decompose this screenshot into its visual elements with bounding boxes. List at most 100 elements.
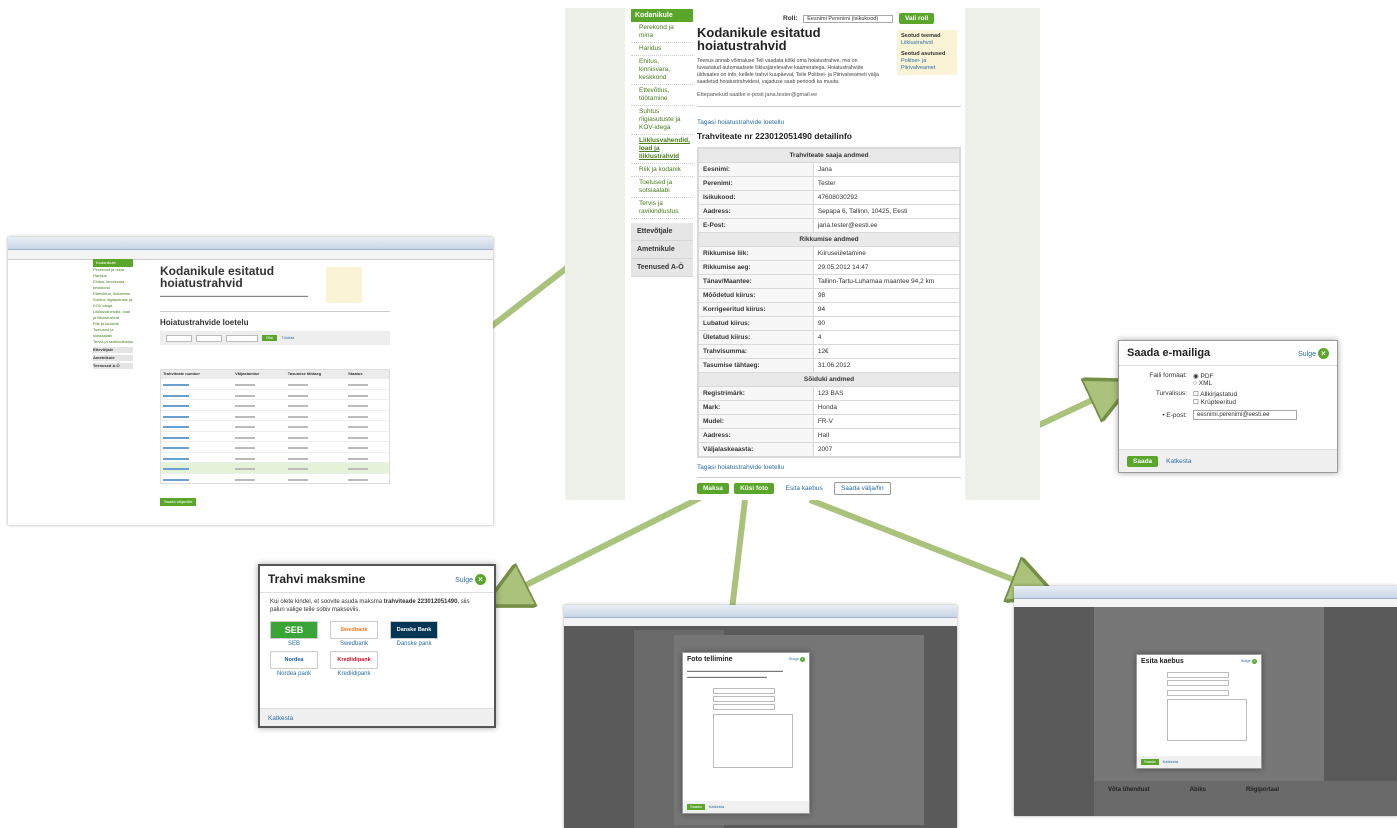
bank-name[interactable]: Swedbank (330, 641, 378, 647)
list-row[interactable] (161, 472, 389, 484)
list-row[interactable] (161, 430, 389, 442)
detail-row: Rikkumise liik: Kiiruseületamine (698, 246, 961, 261)
filter-reset-link[interactable]: Tühista (281, 335, 294, 341)
back-link-top[interactable]: Tagasi hoiatustrahvide loetellu (697, 119, 961, 126)
list-nav-group[interactable]: Teenused A-Ö (93, 363, 133, 369)
list-tab-kodanikule[interactable]: Kodanikule (93, 259, 133, 267)
field-label: Rikkumise aeg: (698, 260, 814, 275)
detail-table: Trahviteate saaja andmed Eesnimi: Jana Pere… (697, 147, 961, 458)
nav-item[interactable]: Riik ja kodanik (631, 164, 693, 177)
nav-item[interactable]: Tervis ja ravikindlustus (631, 198, 693, 219)
list-column-header[interactable]: Staatus (346, 370, 389, 378)
photo-dialog: Foto tellimine Sulge × ▬▬▬▬▬▬▬▬▬▬▬▬▬▬▬▬▬… (682, 652, 810, 814)
detail-row: Isikukood: 47608030292 (698, 190, 961, 205)
back-link-bottom[interactable]: Tagasi hoiatustrahvide loetellu (697, 464, 961, 471)
list-nav-item[interactable]: Tervis ja ravikindlustus (93, 339, 133, 345)
pay-cancel-link[interactable]: Katkesta (268, 715, 293, 722)
related-agencies-heading: Seotud asutused (901, 51, 946, 57)
bank-option[interactable]: SEB SEB (270, 621, 318, 647)
bank-name[interactable]: Danske pank (390, 641, 438, 647)
detail-title: Trahviteate nr 223012051490 detailinfo (697, 131, 852, 141)
list-column-header[interactable]: Tasumise tähtaeg (286, 370, 346, 378)
photo-dialog-close[interactable]: Sulge × (789, 656, 805, 663)
email-cancel-link[interactable]: Katkesta (1166, 458, 1191, 465)
bank-name[interactable]: Krediidipank (330, 671, 378, 677)
field-value: Hall (812, 428, 961, 443)
photo-button[interactable]: Küsi foto (734, 483, 775, 494)
nav-group[interactable]: Teenused A-Ö (631, 259, 693, 277)
pdf-radio[interactable]: ◉ PDF (1193, 372, 1213, 380)
encrypted-checkbox[interactable]: ☐ Krüpteeritud (1193, 398, 1237, 406)
list-column-header[interactable]: Väljastamise (233, 370, 286, 378)
complaint-cancel-link[interactable]: Katkesta (1163, 759, 1179, 765)
bank-option[interactable]: Krediidipank Krediidipank (330, 651, 378, 677)
nav-item[interactable]: Ehitus, kinnisvara, keskkond (631, 56, 693, 85)
detail-row: Tasumise tähtaeg: 31.06.2012 (698, 358, 961, 373)
signed-checkbox[interactable]: ☐ Allkirjastatud (1193, 390, 1237, 398)
nav-item[interactable]: Toetused ja sotsiaalabi (631, 177, 693, 198)
export-list-button[interactable]: Saada väljavõte (160, 498, 197, 506)
pay-dialog-close[interactable]: Sulge × (455, 573, 486, 585)
nav-group[interactable]: Ametnikule (631, 241, 693, 259)
complaint-dialog-close[interactable]: Sulge × (1241, 658, 1257, 665)
list-column-header[interactable]: Trahviteate number (161, 370, 233, 378)
list-row[interactable] (161, 399, 389, 410)
list-row[interactable] (161, 420, 389, 431)
field-label: Mõõdetud kiirus: (698, 288, 814, 303)
email-dialog-close[interactable]: Sulge × (1298, 347, 1329, 359)
list-row[interactable] (161, 378, 389, 389)
pay-dialog: Trahvi maksmine Sulge × Kui olete kindel… (258, 564, 496, 728)
list-row[interactable] (161, 409, 389, 421)
complaint-button[interactable]: Esita kaebus (780, 483, 829, 494)
pay-dialog-title: Trahvi maksmine (268, 572, 366, 586)
list-row[interactable] (161, 451, 389, 463)
photo-send-button[interactable]: Saada (687, 804, 705, 810)
tab-kodanikule[interactable]: Kodanikule (631, 9, 693, 22)
detail-row: Rikkumise aeg: 29.05.2012 14:47 (698, 260, 961, 275)
photo-cancel-link[interactable]: Katkesta (709, 804, 725, 810)
field-label: Aadress: (698, 428, 814, 443)
nav-item[interactable]: Liiklusvahendid, load ja liiklustrahvid (631, 135, 693, 164)
role-button[interactable]: Vali roll (899, 13, 935, 24)
nav-item[interactable]: Haridus (631, 43, 693, 56)
detail-row: Mudel: FR-V (698, 414, 961, 429)
email-input[interactable]: eesnimi.perenimi@eesti.ee (1193, 410, 1297, 420)
related-agency-link[interactable]: Politsei- ja Piirivalveamet (901, 58, 953, 72)
list-nav-item[interactable]: Ehitus, kinnisvara, keskkond (93, 279, 133, 291)
list-row[interactable] (161, 462, 389, 473)
complaint-send-button[interactable]: Saada (1141, 759, 1159, 765)
email-send-button[interactable]: Saada (1127, 455, 1159, 467)
nav-group[interactable]: Ettevõtjale (631, 223, 693, 241)
list-nav-item[interactable]: Liiklusvahendid, load ja liiklustrahvid (93, 309, 133, 321)
nav-item[interactable]: Suhtus riigiasutuste ja KOV-idega (631, 106, 693, 135)
detail-row: Registrimärk: 123 BAS (698, 386, 961, 401)
role-select[interactable]: Eesnimi Perenimi (isikukood) (803, 15, 894, 23)
bank-option[interactable]: Nordea Nordea pank (270, 651, 318, 677)
pay-button[interactable]: Maksa (697, 483, 729, 494)
list-nav-item[interactable]: Toetused ja sotsiaalabi (93, 327, 133, 339)
arrow-to-pay (500, 495, 702, 598)
filter-button[interactable]: Otsi (262, 335, 278, 341)
contact-text: Ettepanekud saatke e-posti jana.tester@g… (697, 92, 818, 98)
bank-option[interactable]: Swedbank Swedbank (330, 621, 378, 647)
related-topic-link[interactable]: Liiklustrahvid (901, 40, 953, 47)
list-row[interactable] (161, 441, 389, 452)
field-label: Registrimärk: (698, 386, 814, 401)
bank-name[interactable]: SEB (270, 641, 318, 647)
bank-option[interactable]: Danske Bank Danske pank (390, 621, 438, 647)
email-dialog: Saada e-mailiga Sulge × Faili formaat: ◉… (1118, 340, 1338, 473)
field-label: Ületatud kiirus: (698, 330, 814, 345)
xml-radio[interactable]: ○ XML (1193, 380, 1213, 387)
detail-row: Väljalaskeaasta: 2007 (698, 442, 961, 457)
export-button[interactable]: Saada välja/fin (833, 482, 891, 495)
bank-logo: Nordea (270, 651, 318, 669)
field-value: Sepapa 6, Tallinn, 10425, Eesti (812, 204, 961, 219)
list-nav-group[interactable]: Ettevõtjale (93, 347, 133, 353)
nav-item[interactable]: Ettevõtlus, töötamine (631, 85, 693, 106)
list-nav-item[interactable]: Suhtus riigiasutuste ja KOV-idega (93, 297, 133, 309)
list-nav-group[interactable]: Ametnikule (93, 355, 133, 361)
footer-column-title: Võta ühendust (1108, 787, 1150, 793)
nav-item[interactable]: Perekond ja mina (631, 22, 693, 43)
list-row[interactable] (161, 388, 389, 400)
bank-name[interactable]: Nordea pank (270, 671, 318, 677)
